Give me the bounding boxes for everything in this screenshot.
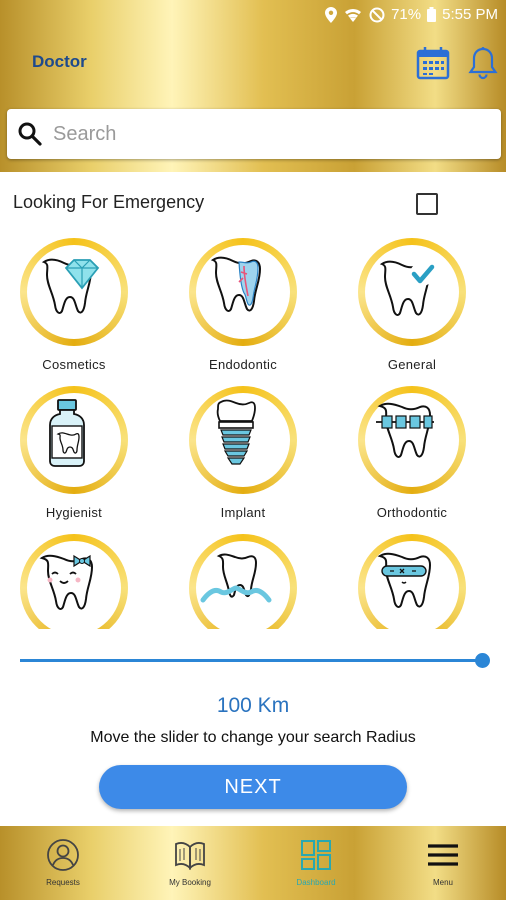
search-icon <box>17 121 43 147</box>
bell-icon[interactable] <box>468 46 498 80</box>
category-item-9[interactable] <box>342 532 482 629</box>
category-ring <box>358 386 466 494</box>
category-ring <box>189 386 297 494</box>
slider-thumb[interactable] <box>475 653 490 668</box>
category-item-8[interactable] <box>173 532 313 629</box>
radius-hint: Move the slider to change your search Ra… <box>90 729 416 746</box>
category-endodontic[interactable]: Endodontic <box>173 236 313 376</box>
book-icon <box>175 842 205 871</box>
category-label: General <box>387 357 437 372</box>
category-label: Orthodontic <box>376 505 448 520</box>
category-label: Endodontic <box>208 357 278 372</box>
emergency-label: Looking For Emergency <box>13 192 205 212</box>
battery-percent: 71% <box>391 6 422 23</box>
braces-icon <box>376 402 434 458</box>
category-item-7[interactable] <box>4 532 144 629</box>
app-bar: Doctor <box>0 30 506 100</box>
implant-icon <box>216 399 256 465</box>
category-ring <box>189 534 297 629</box>
tooth-check-icon <box>379 260 435 316</box>
category-hygienist[interactable]: Hygienist <box>4 384 144 524</box>
nav-label: Menu <box>432 878 453 887</box>
nav-label: My Booking <box>169 878 211 887</box>
slider-track <box>20 659 488 662</box>
category-ring <box>358 238 466 346</box>
category-cosmetics[interactable]: Cosmetics <box>4 236 144 376</box>
radius-slider[interactable] <box>20 653 490 669</box>
category-ring <box>20 386 128 494</box>
page-title: Doctor <box>32 52 87 71</box>
location-icon <box>325 6 338 23</box>
dashboard-icon <box>301 840 331 870</box>
category-orthodontic[interactable]: Orthodontic <box>342 384 482 524</box>
nav-requests[interactable]: Requests <box>0 826 126 900</box>
category-label: Implant <box>220 505 266 520</box>
bottom-nav: Requests My Booking Dashboard Menu <box>0 826 506 900</box>
menu-icon <box>428 844 458 866</box>
nav-my-booking[interactable]: My Booking <box>127 826 253 900</box>
nav-dashboard[interactable]: Dashboard <box>253 826 379 900</box>
category-general[interactable]: General <box>342 236 482 376</box>
sleeping-tooth-icon <box>377 552 432 608</box>
calendar-icon[interactable] <box>416 46 450 80</box>
mouthwash-icon <box>49 399 85 467</box>
no-sim-icon <box>369 7 385 22</box>
category-grid: Cosmetics Endodontic General Hygienist I… <box>0 234 506 629</box>
next-button[interactable]: NEXT <box>99 765 407 809</box>
tooth-diamond-icon <box>41 258 100 314</box>
happy-tooth-bow-icon <box>39 554 94 610</box>
emergency-checkbox[interactable] <box>416 193 438 215</box>
tooth-root-icon <box>210 256 262 312</box>
nav-label: Dashboard <box>296 878 336 887</box>
radius-value: 100 Km <box>216 694 290 717</box>
category-label: Hygienist <box>45 505 103 520</box>
search-input[interactable] <box>53 117 483 151</box>
user-icon <box>47 839 79 871</box>
search-box[interactable] <box>7 109 501 159</box>
tooth-gum-icon <box>200 553 272 603</box>
battery-icon <box>427 7 437 22</box>
clock: 5:55 PM <box>442 6 498 23</box>
nav-label: Requests <box>46 878 80 887</box>
category-ring <box>358 534 466 629</box>
status-bar: 71% 5:55 PM <box>0 0 506 30</box>
search-area <box>0 100 506 172</box>
wifi-icon <box>345 8 362 22</box>
nav-menu[interactable]: Menu <box>380 826 506 900</box>
category-ring <box>20 238 128 346</box>
category-ring <box>20 534 128 629</box>
category-implant[interactable]: Implant <box>173 384 313 524</box>
category-label: Cosmetics <box>42 357 106 372</box>
category-ring <box>189 238 297 346</box>
